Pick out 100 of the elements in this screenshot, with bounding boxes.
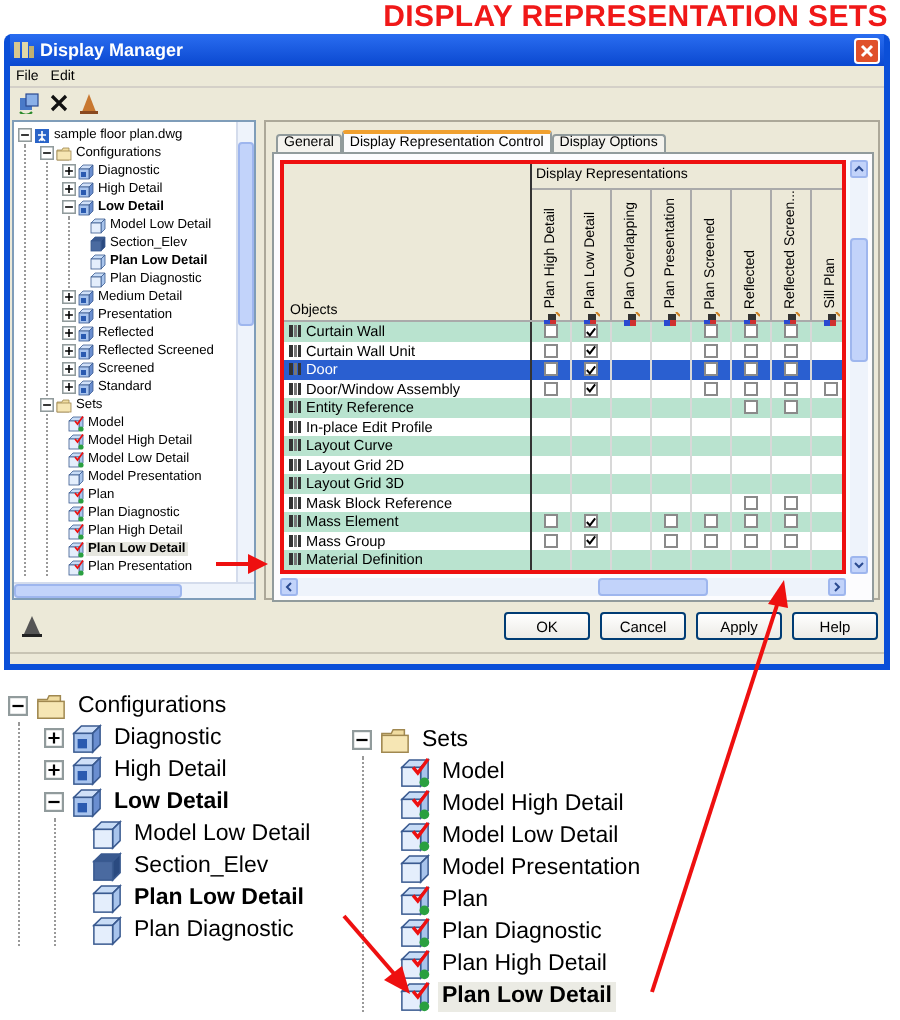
tree-item[interactable]: High Detail (110, 755, 231, 785)
expand-toggle[interactable] (62, 326, 76, 340)
expand-toggle[interactable] (62, 362, 76, 376)
scrollbar[interactable] (14, 582, 254, 598)
delete-icon[interactable] (48, 91, 70, 113)
checked-cube-icon (400, 885, 430, 915)
expand-toggle[interactable] (62, 308, 76, 322)
tree-item[interactable]: Section_Elev (130, 851, 273, 881)
checkbox[interactable] (584, 362, 598, 377)
checkbox[interactable] (584, 324, 598, 339)
checkbox[interactable] (744, 362, 758, 377)
checkbox[interactable] (544, 381, 558, 396)
tree-item[interactable]: Plan Low Detail (130, 883, 308, 913)
checkbox[interactable] (744, 495, 758, 510)
checkbox[interactable] (784, 514, 798, 529)
tree-item[interactable]: Model Presentation (438, 853, 645, 883)
checkbox[interactable] (704, 343, 718, 358)
collapse-toggle[interactable] (40, 398, 54, 412)
scroll-left-button[interactable] (280, 577, 298, 595)
object-icon (288, 476, 302, 491)
checkbox[interactable] (744, 400, 758, 415)
checkbox[interactable] (584, 343, 598, 358)
object-icon (288, 381, 302, 396)
object-icon (288, 343, 302, 358)
checkbox[interactable] (784, 362, 798, 377)
collapse-toggle[interactable] (62, 200, 76, 214)
checkbox[interactable] (744, 514, 758, 529)
checkbox[interactable] (744, 324, 758, 339)
object-icon (288, 514, 302, 529)
checkbox[interactable] (544, 362, 558, 377)
collapse-toggle[interactable] (18, 128, 32, 142)
checkbox[interactable] (544, 533, 558, 548)
tree-item[interactable]: Plan High Detail (438, 949, 611, 979)
expand-toggle[interactable] (62, 344, 76, 358)
collapse-toggle[interactable] (8, 696, 28, 716)
checkbox[interactable] (544, 514, 558, 529)
checkbox[interactable] (784, 324, 798, 339)
scrollbar[interactable] (850, 160, 868, 573)
tree-item[interactable]: Plan (438, 885, 493, 915)
expand-toggle[interactable] (62, 164, 76, 178)
checkbox[interactable] (704, 362, 718, 377)
folder-icon (36, 691, 66, 721)
cone-icon[interactable] (20, 614, 44, 638)
close-icon[interactable] (860, 43, 874, 57)
checkbox[interactable] (584, 381, 598, 396)
tree-item[interactable]: Model (438, 757, 509, 787)
tree-item[interactable]: Configurations (74, 691, 231, 721)
tree-item[interactable]: Model High Detail (438, 789, 628, 819)
checkbox[interactable] (704, 381, 718, 396)
expand-toggle[interactable] (44, 728, 64, 748)
object-icon (288, 324, 302, 339)
scrollbar[interactable] (280, 577, 846, 595)
scrollbar[interactable] (236, 122, 254, 582)
checkbox[interactable] (784, 495, 798, 510)
tree-item[interactable]: Diagnostic (110, 723, 226, 753)
checkbox[interactable] (784, 381, 798, 396)
scroll-up-button[interactable] (850, 160, 868, 178)
collapse-toggle[interactable] (352, 730, 372, 750)
checkbox[interactable] (744, 381, 758, 396)
tree-item[interactable]: Plan Diagnostic (130, 915, 298, 945)
checkbox[interactable] (784, 533, 798, 548)
tree-item[interactable]: Model Low Detail (130, 819, 315, 849)
expand-toggle[interactable] (44, 760, 64, 780)
checkbox[interactable] (704, 533, 718, 548)
tree-item[interactable]: Model Low Detail (438, 821, 623, 851)
checkbox[interactable] (584, 514, 598, 529)
window-title: Display Manager (40, 40, 186, 60)
checkbox[interactable] (784, 343, 798, 358)
app-icon (14, 40, 34, 60)
tree-item[interactable]: Plan Low Detail (438, 981, 616, 1011)
expand-toggle[interactable] (62, 380, 76, 394)
checked-cube-icon (400, 789, 430, 819)
folder-icon (56, 397, 72, 413)
tree-item[interactable]: Sets (418, 725, 473, 755)
expand-toggle[interactable] (62, 182, 76, 196)
cone-icon[interactable] (78, 91, 100, 113)
folder-icon (56, 145, 72, 161)
checkbox[interactable] (784, 400, 798, 415)
tree-item[interactable]: Plan Diagnostic (438, 917, 606, 947)
checkbox[interactable] (744, 343, 758, 358)
object-icon (288, 362, 302, 377)
checkbox[interactable] (544, 343, 558, 358)
scroll-down-button[interactable] (850, 555, 868, 573)
cubes-refresh-icon[interactable] (18, 91, 40, 113)
checkbox[interactable] (544, 324, 558, 339)
scroll-right-button[interactable] (828, 577, 846, 595)
checkbox[interactable] (704, 324, 718, 339)
checkbox[interactable] (664, 514, 678, 529)
tree-item[interactable]: Low Detail (110, 787, 234, 817)
collapse-toggle[interactable] (44, 792, 64, 812)
close-button[interactable] (854, 37, 880, 63)
object-icon (288, 438, 302, 453)
collapse-toggle[interactable] (40, 146, 54, 160)
checkbox[interactable] (704, 514, 718, 529)
checkbox[interactable] (744, 533, 758, 548)
checkbox[interactable] (664, 533, 678, 548)
checkbox[interactable] (824, 381, 838, 396)
cubes-icon (72, 787, 102, 817)
checkbox[interactable] (584, 533, 598, 548)
expand-toggle[interactable] (62, 290, 76, 304)
